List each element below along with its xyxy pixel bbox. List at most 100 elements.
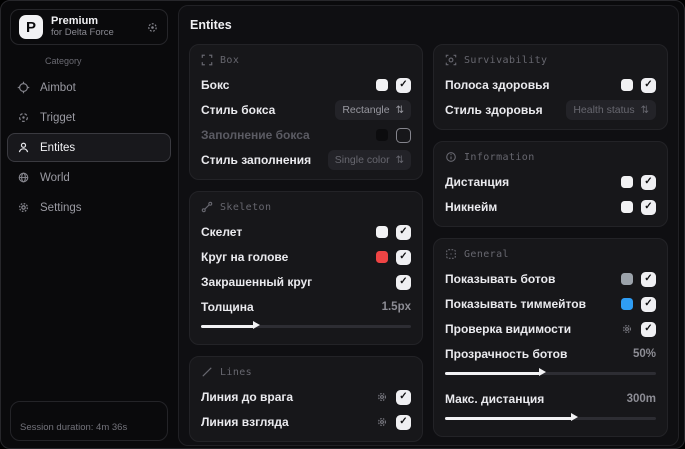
- setting-row: Стиль здоровья Health status ⇅: [445, 100, 656, 120]
- setting-row: Линия до врага ✓: [201, 387, 411, 407]
- sidebar-item-entites[interactable]: Entites: [7, 133, 171, 162]
- gear-icon: [16, 201, 30, 214]
- page-title: Entites: [190, 18, 232, 32]
- globe-icon: [16, 171, 30, 184]
- select-value: Rectangle: [342, 104, 390, 116]
- bone-icon: [201, 201, 213, 213]
- setting-label: Показывать ботов: [445, 272, 556, 286]
- category-label: Category: [45, 56, 82, 66]
- info-icon: [445, 151, 457, 163]
- card-header-label: Information: [464, 151, 535, 163]
- brand-title: Premium: [51, 15, 99, 28]
- chevron-updown-icon: ⇅: [395, 104, 404, 116]
- card-header-label: Survivability: [464, 54, 548, 66]
- setting-label: Круг на голове: [201, 250, 289, 264]
- checkbox-checked[interactable]: ✓: [641, 199, 656, 215]
- checkbox-checked[interactable]: ✓: [396, 274, 411, 290]
- sidebar: P Premium for Delta Force Category Aimbo…: [1, 1, 177, 448]
- setting-row: Закрашенный круг ✓: [201, 272, 411, 292]
- setting-label: Толщина: [201, 300, 254, 314]
- max-distance-slider[interactable]: [445, 413, 656, 422]
- setting-label: Линия взгляда: [201, 415, 289, 429]
- thickness-slider[interactable]: [201, 321, 411, 330]
- setting-row: Показывать ботов ✓: [445, 269, 656, 289]
- card-survivability: Survivability Полоса здоровья ✓ Стиль зд…: [433, 44, 668, 130]
- bot-opacity-slider[interactable]: [445, 368, 656, 377]
- setting-label: Прозрачность ботов: [445, 347, 568, 361]
- color-swatch[interactable]: [376, 251, 388, 263]
- sidebar-item-aimbot[interactable]: Aimbot: [7, 73, 171, 102]
- sidebar-nav: Aimbot Trigget Entites World Settings: [7, 73, 171, 223]
- select-value: Single color: [334, 154, 390, 166]
- chevron-updown-icon: ⇅: [640, 104, 649, 116]
- setting-row: Прозрачность ботов 50%: [445, 344, 656, 364]
- checkbox-checked[interactable]: ✓: [396, 77, 411, 93]
- card-header-label: Lines: [220, 366, 253, 378]
- select-value: Health status: [573, 104, 635, 116]
- setting-label: Стиль здоровья: [445, 103, 543, 117]
- checkbox-checked[interactable]: ✓: [396, 414, 411, 430]
- color-swatch[interactable]: [621, 201, 633, 213]
- checkbox-checked[interactable]: ✓: [641, 174, 656, 190]
- setting-row: Стиль бокса Rectangle ⇅: [201, 100, 411, 120]
- setting-label: Показывать тиммейтов: [445, 297, 586, 311]
- setting-label: Стиль бокса: [201, 103, 276, 117]
- setting-row: Скелет ✓: [201, 222, 411, 242]
- checkbox-checked[interactable]: ✓: [641, 77, 656, 93]
- gear-icon[interactable]: [376, 416, 388, 428]
- checkbox-checked[interactable]: ✓: [641, 321, 656, 337]
- setting-row: Стиль заполнения Single color ⇅: [201, 150, 411, 170]
- target-icon: [16, 111, 30, 124]
- card-header-label: Box: [220, 54, 240, 66]
- card-box: Box Бокс ✓ Стиль бокса Rectangle ⇅ Запол…: [189, 44, 423, 180]
- checkbox-checked[interactable]: ✓: [396, 224, 411, 240]
- setting-label: Скелет: [201, 225, 243, 239]
- color-swatch[interactable]: [621, 298, 633, 310]
- crosshair-gear-icon[interactable]: [146, 21, 159, 34]
- health-style-select[interactable]: Health status ⇅: [566, 100, 656, 120]
- slider-thumb[interactable]: [538, 368, 546, 376]
- card-information: Information Дистанция ✓ Никнейм ✓: [433, 141, 668, 227]
- color-swatch[interactable]: [376, 226, 388, 238]
- slider-thumb[interactable]: [252, 321, 260, 329]
- app-window: P Premium for Delta Force Category Aimbo…: [0, 0, 685, 449]
- box-icon: [201, 54, 213, 66]
- color-swatch[interactable]: [376, 129, 388, 141]
- setting-row: Линия взгляда ✓: [201, 412, 411, 432]
- setting-label: Заполнение бокса: [201, 128, 310, 142]
- color-swatch[interactable]: [621, 176, 633, 188]
- color-swatch[interactable]: [376, 79, 388, 91]
- sidebar-item-label: Trigget: [40, 111, 76, 124]
- setting-label: Полоса здоровья: [445, 78, 550, 92]
- gear-icon[interactable]: [621, 323, 633, 335]
- color-swatch[interactable]: [621, 79, 633, 91]
- checkbox-checked[interactable]: ✓: [396, 389, 411, 405]
- setting-label: Стиль заполнения: [201, 153, 312, 167]
- slider-thumb[interactable]: [570, 413, 578, 421]
- sidebar-item-settings[interactable]: Settings: [7, 193, 171, 222]
- checkbox-unchecked[interactable]: [396, 127, 411, 143]
- checkbox-checked[interactable]: ✓: [641, 271, 656, 287]
- brand-subtitle: for Delta Force: [51, 26, 114, 38]
- checkbox-checked[interactable]: ✓: [396, 249, 411, 265]
- sidebar-item-label: World: [40, 171, 70, 184]
- fill-style-select[interactable]: Single color ⇅: [327, 150, 411, 170]
- card-header-label: Skeleton: [220, 201, 272, 213]
- chevron-updown-icon: ⇅: [395, 154, 404, 166]
- slider-value: 300m: [626, 393, 656, 405]
- gear-icon[interactable]: [376, 391, 388, 403]
- setting-row: Никнейм ✓: [445, 197, 656, 217]
- box-style-select[interactable]: Rectangle ⇅: [335, 100, 411, 120]
- setting-label: Бокс: [201, 78, 230, 92]
- entities-icon: [16, 141, 30, 154]
- main-panel: Entites Box Бокс ✓ Стиль бокса Rectangle…: [178, 5, 679, 446]
- sidebar-item-world[interactable]: World: [7, 163, 171, 192]
- checkbox-checked[interactable]: ✓: [641, 296, 656, 312]
- card-header-label: General: [464, 248, 509, 260]
- color-swatch[interactable]: [621, 273, 633, 285]
- sidebar-item-trigget[interactable]: Trigget: [7, 103, 171, 132]
- setting-row: Дистанция ✓: [445, 172, 656, 192]
- setting-label: Проверка видимости: [445, 322, 572, 336]
- crosshair-icon: [16, 81, 30, 94]
- slider-value: 1.5px: [381, 301, 411, 313]
